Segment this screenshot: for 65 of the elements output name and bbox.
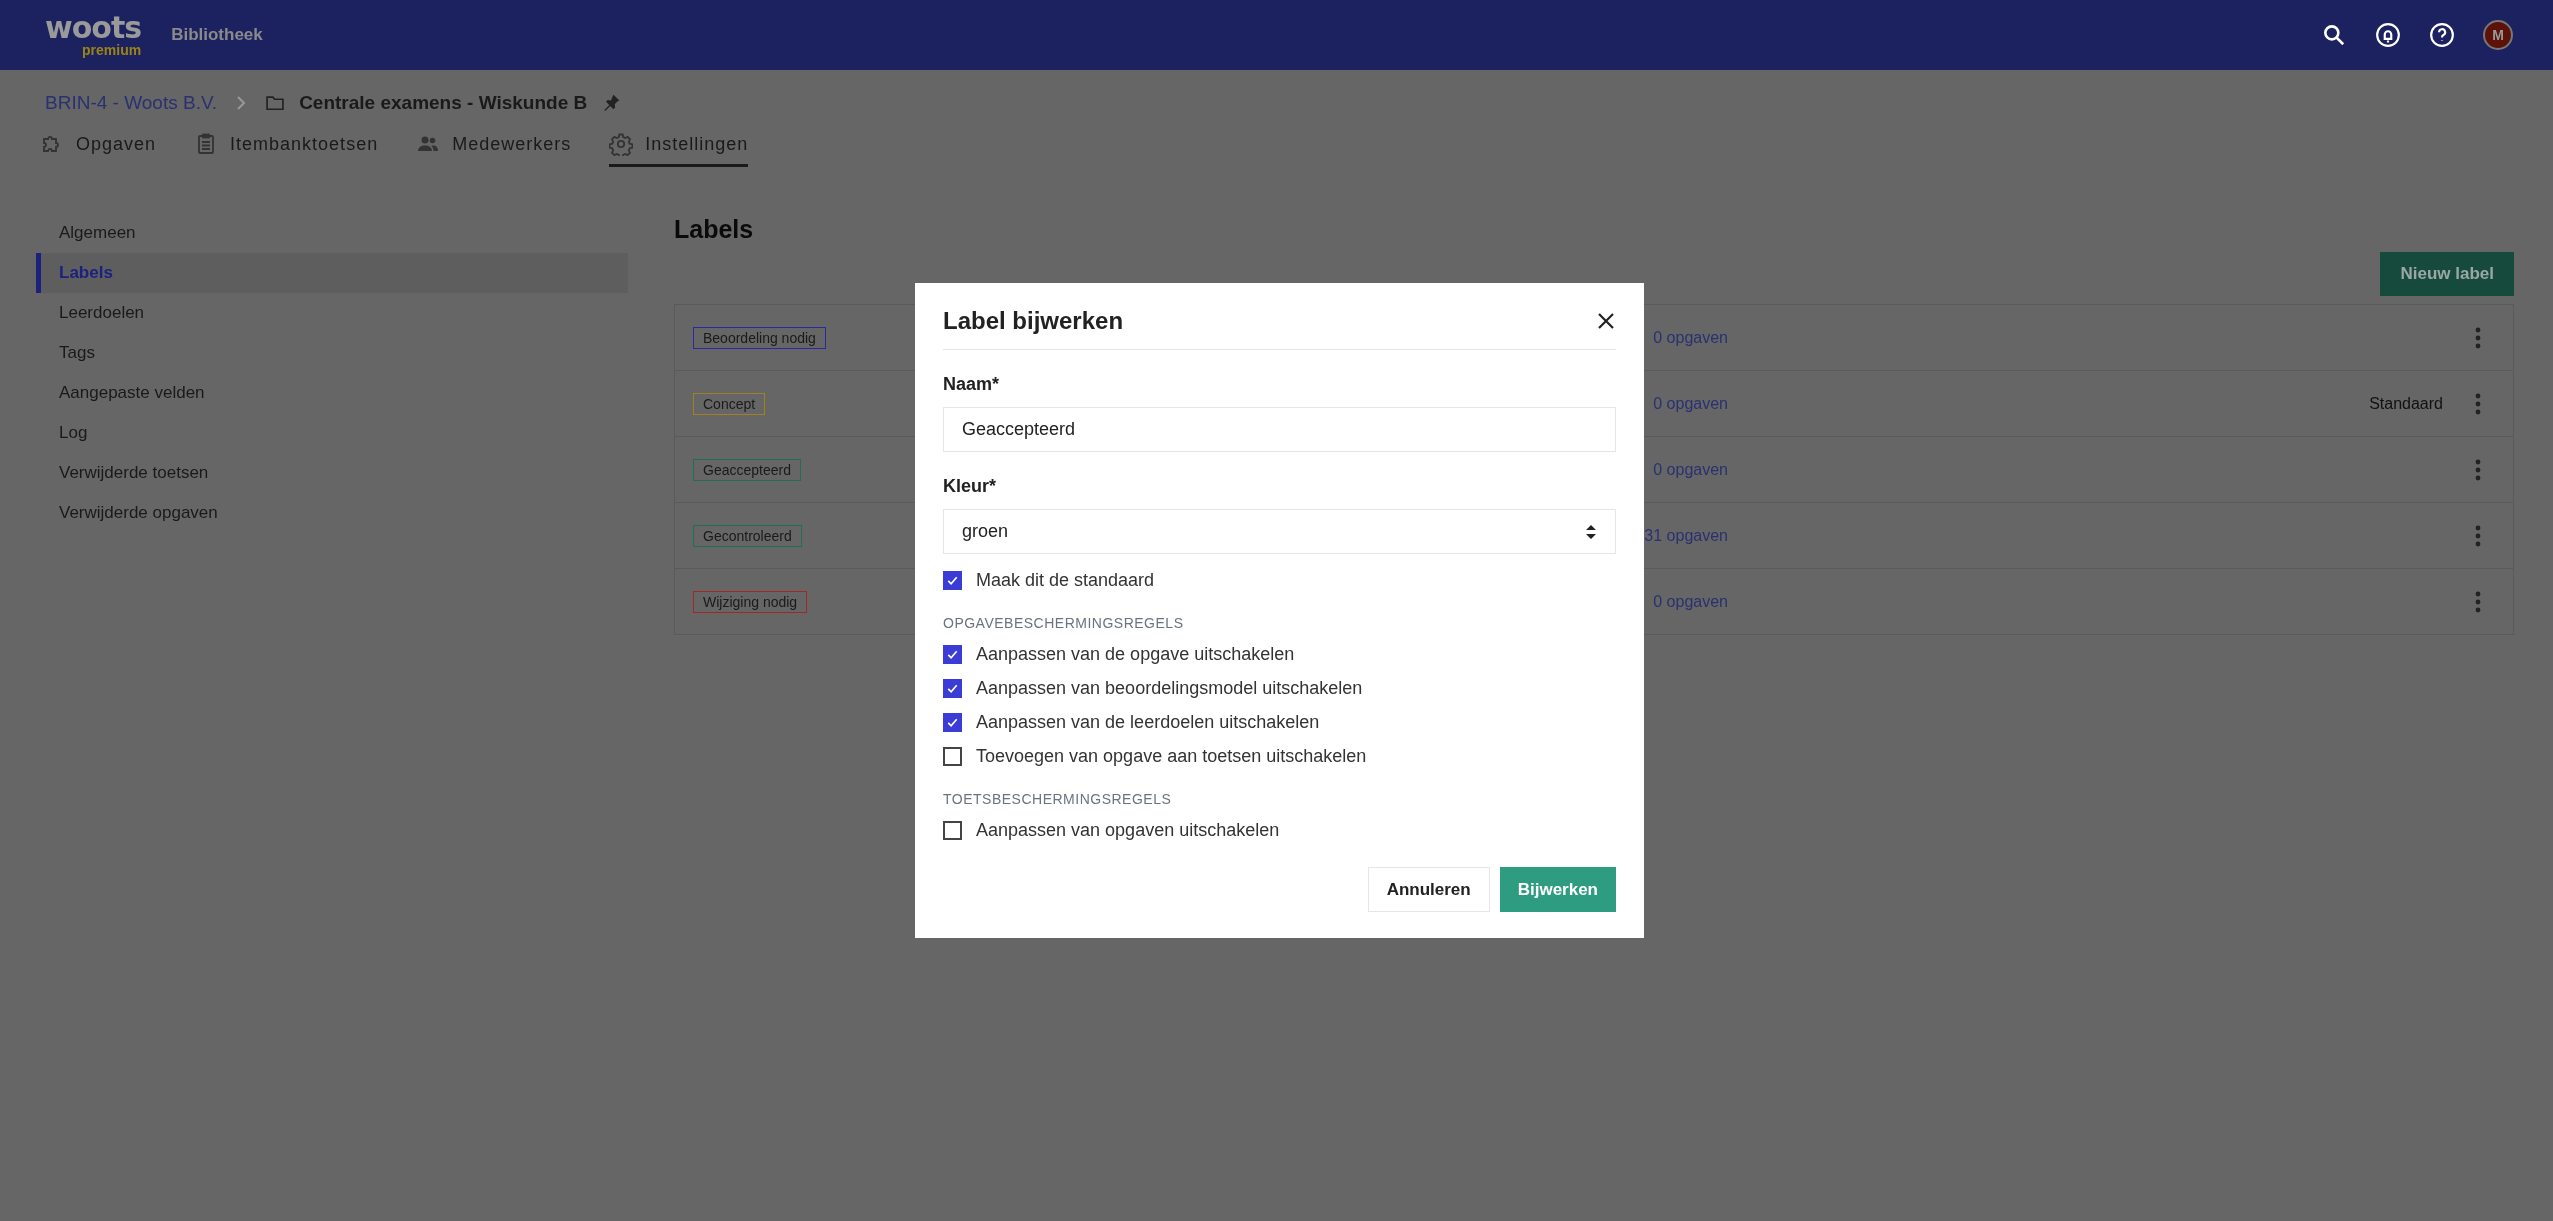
nav-tab[interactable]: Itembanktoetsen [194,126,379,167]
nav-tab[interactable]: Medewerkers [416,126,572,167]
gear-icon [609,132,634,156]
name-input[interactable]: Geaccepteerd [943,407,1616,452]
breadcrumb-current: Centrale examens - Wiskunde B [299,92,588,114]
logo-text[interactable]: woots [45,13,142,43]
count-link[interactable]: 0 opgaven [1653,592,1728,611]
label-tag: Concept [693,392,766,415]
count-link[interactable]: 0 opgaven [1653,460,1728,479]
label-tag: Geaccepteerd [693,458,801,481]
section-heading: OPGAVEBESCHERMINGSREGELS [943,615,1185,631]
sidebar-item[interactable]: Log [36,413,628,453]
label-tag: Gecontroleerd [693,524,802,547]
color-select[interactable]: groen [943,509,1616,554]
checkbox[interactable] [943,747,962,766]
cancel-button[interactable]: Annuleren [1367,867,1490,912]
section-title[interactable]: Bibliotheek [171,25,263,45]
count-link[interactable]: 31 opgaven [1644,526,1728,545]
update-button[interactable]: Bijwerken [1499,867,1616,912]
new-label-button[interactable]: Nieuw label [2380,252,2514,296]
bell-icon[interactable] [2375,22,2401,48]
page-title: Labels [674,215,755,244]
sidebar-item[interactable]: Verwijderde toetsen [36,453,628,493]
field-label: Naam* [943,374,1001,395]
checkbox-label: Aanpassen van de leerdoelen uitschakelen [976,712,1320,733]
checkbox[interactable] [943,645,962,664]
label-tag: Wijziging nodig [693,590,808,613]
sidebar-item[interactable]: Leerdoelen [36,293,628,333]
checkbox[interactable] [943,679,962,698]
sidebar-item[interactable]: Aangepaste velden [36,373,628,413]
default-text: Standaard [2369,394,2443,413]
label-tag: Beoordeling nodig [693,326,826,349]
folder-icon [265,93,286,113]
sidebar-item[interactable]: Tags [36,333,628,373]
checkbox[interactable] [943,821,962,840]
user-avatar[interactable]: M [2483,20,2513,50]
checkbox-label: Maak dit de standaard [976,570,1155,591]
count-link[interactable]: 0 opgaven [1653,394,1728,413]
more-icon[interactable] [2475,590,2481,613]
dialog-title: Label bijwerken [943,307,1124,335]
sidebar-item[interactable]: Algemeen [36,213,628,253]
checkbox-label: Aanpassen van de opgave uitschakelen [976,644,1295,665]
count-link[interactable]: 0 opgaven [1653,328,1728,347]
more-icon[interactable] [2475,524,2481,547]
sidebar-item[interactable]: Labels [36,253,628,293]
more-icon[interactable] [2475,458,2481,481]
help-icon[interactable] [2429,22,2455,48]
section-heading: TOETSBESCHERMINGSREGELS [943,791,1173,807]
name-input-text[interactable]: Geaccepteerd [962,419,1597,440]
checkbox[interactable] [943,571,962,590]
field-label: Kleur* [943,476,997,497]
nav-tab[interactable]: Instellingen [609,126,749,167]
logo-subtitle: premium [82,43,142,57]
search-icon[interactable] [2321,22,2347,48]
checkbox-label: Aanpassen van opgaven uitschakelen [976,820,1280,841]
more-icon[interactable] [2475,326,2481,349]
checkbox-label: Aanpassen van beoordelingsmodel uitschakelen [976,678,1363,699]
more-icon[interactable] [2475,392,2481,415]
checkbox[interactable] [943,713,962,732]
sidebar-item[interactable]: Verwijderde opgaven [36,493,628,533]
breadcrumb-link[interactable]: BRIN-4 - Woots B.V. [45,92,218,114]
sort-arrows-icon [1585,522,1597,541]
checkbox-label: Toevoegen van opgave aan toetsen uitschakelen [976,746,1367,767]
close-icon[interactable] [1596,311,1616,331]
nav-tab[interactable]: Opgaven [40,126,157,167]
